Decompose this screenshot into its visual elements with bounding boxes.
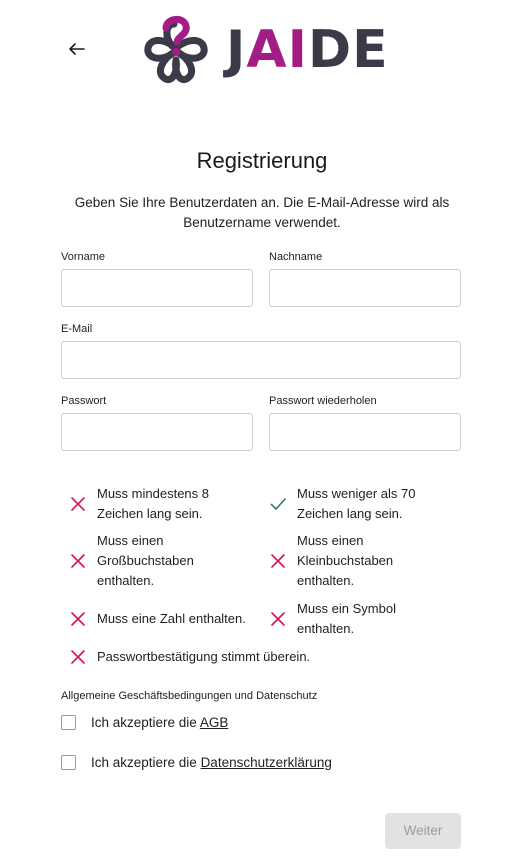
email-field[interactable] (61, 341, 461, 379)
rule-uppercase: Muss einen Großbuchstaben enthalten. (70, 531, 260, 591)
last-name-field[interactable] (269, 269, 461, 307)
rule-max-length: Muss weniger als 70 Zeichen lang sein. (270, 484, 460, 524)
privacy-checkbox[interactable] (61, 755, 76, 770)
password-label: Passwort (61, 395, 107, 407)
x-icon (71, 650, 85, 664)
privacy-link[interactable]: Datenschutzerklärung (201, 755, 332, 770)
x-icon (71, 554, 85, 568)
last-name-label: Nachname (269, 251, 323, 263)
agb-checkbox[interactable] (61, 715, 76, 730)
terms-section-label: Allgemeine Geschäftsbedingungen und Date… (61, 690, 318, 702)
intro-text: Geben Sie Ihre Benutzerdaten an. Die E-M… (74, 195, 450, 230)
email-label: E-Mail (61, 323, 93, 335)
x-icon (271, 554, 285, 568)
arrow-left-icon (69, 43, 85, 55)
first-name-field[interactable] (61, 269, 253, 307)
next-button[interactable]: Weiter (385, 813, 461, 849)
agb-prefix: Ich akzeptiere die (91, 715, 200, 730)
back-button[interactable] (64, 36, 90, 62)
logo-wordmark: JAIDE (226, 20, 389, 80)
rule-number: Muss eine Zahl enthalten. (70, 609, 265, 629)
x-icon (71, 612, 85, 626)
logo-mark-icon (144, 16, 208, 83)
rule-password-match: Passwortbestätigung stimmt überein. (70, 647, 370, 667)
password-field[interactable] (61, 413, 253, 451)
page-title: Registrierung (196, 148, 328, 173)
jaide-logo: JAIDE (136, 12, 388, 88)
x-icon (71, 497, 85, 511)
password-repeat-field[interactable] (269, 413, 461, 451)
rule-min-length: Muss mindestens 8 Zeichen lang sein. (70, 484, 260, 524)
rule-symbol: Muss ein Symbol enthalten. (270, 599, 460, 639)
rule-lowercase: Muss einen Kleinbuchstaben enthalten. (270, 531, 460, 591)
first-name-label: Vorname (61, 251, 106, 263)
agb-link[interactable]: AGB (200, 715, 229, 730)
check-icon (270, 498, 286, 510)
password-repeat-label: Passwort wiederholen (269, 395, 377, 407)
x-icon (271, 612, 285, 626)
privacy-prefix: Ich akzeptiere die (91, 755, 201, 770)
